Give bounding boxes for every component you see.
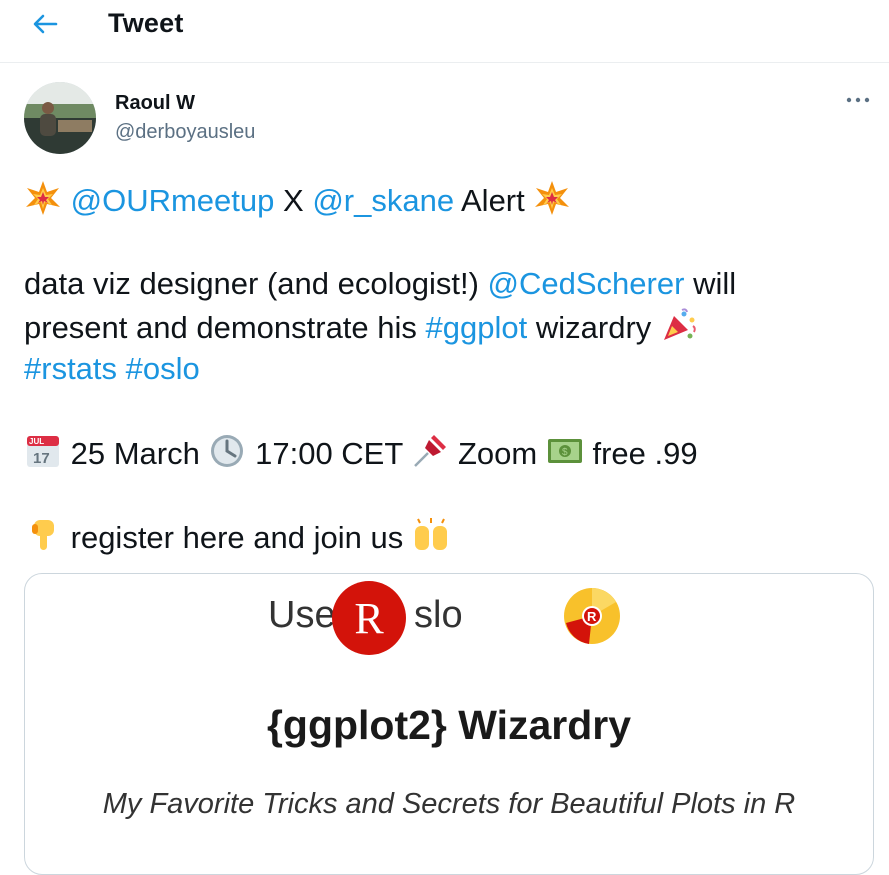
calendar-icon: JUL 17 xyxy=(27,436,59,467)
tweet-text: wizardry xyxy=(535,310,652,345)
collision-icon xyxy=(26,181,60,215)
hashtag-link[interactable]: #ggplot xyxy=(426,310,528,345)
pointing-down-icon xyxy=(32,520,54,550)
page-title: Tweet xyxy=(108,8,184,38)
arrow-left-icon xyxy=(33,14,58,34)
event-date: 25 March xyxy=(70,436,200,471)
collision-icon xyxy=(535,181,570,215)
r-logo: R xyxy=(332,581,406,655)
clock-icon xyxy=(211,435,244,467)
event-price: free .99 xyxy=(592,436,698,471)
tweet-line: register here and join us xyxy=(24,516,874,559)
money-icon: $ xyxy=(547,439,582,463)
card-subtitle: My Favorite Tricks and Secrets for Beaut… xyxy=(102,788,796,820)
mention-link[interactable]: @r_skane xyxy=(312,183,454,218)
author-name[interactable]: Raoul W xyxy=(115,92,195,115)
event-time: 17:00 CET xyxy=(255,436,403,471)
tweet-text: X xyxy=(283,183,304,218)
event-place: Zoom xyxy=(458,436,538,471)
hashtag-link[interactable]: #rstats xyxy=(24,351,117,386)
r-ladies-logo-icon: R xyxy=(564,588,620,644)
hashtag-link[interactable]: #oslo xyxy=(126,351,200,386)
party-popper-icon xyxy=(663,308,696,340)
calendar-day: 17 xyxy=(33,450,50,467)
avatar[interactable] xyxy=(24,82,96,154)
tweet-text: present and demonstrate his xyxy=(24,310,417,345)
register-text: register here and join us xyxy=(70,520,404,555)
more-icon xyxy=(846,97,870,103)
link-preview-card[interactable]: Use R slo R {ggplot2} Wizardry My Favori… xyxy=(24,573,874,875)
card-title: {ggplot2} Wizardry xyxy=(266,702,632,748)
more-options-button[interactable] xyxy=(836,86,880,114)
tweet-line: #rstats #oslo xyxy=(24,348,874,390)
author-handle[interactable]: @derboyausleu xyxy=(115,121,255,144)
svg-text:R: R xyxy=(587,609,597,624)
mention-link[interactable]: @CedScherer xyxy=(488,266,685,301)
back-button[interactable] xyxy=(28,9,62,39)
mention-link[interactable]: @OURmeetup xyxy=(71,183,275,218)
raising-hands-icon xyxy=(414,518,447,550)
tweet-line: present and demonstrate his #ggplot wiza… xyxy=(24,306,874,349)
calendar-month: JUL xyxy=(29,437,44,446)
tweet-line: JUL 17 25 March 17:00 CET Zoom $ free .99 xyxy=(24,432,874,475)
tweet-text: Alert xyxy=(461,183,525,218)
tweet-line: @OURmeetup X @r_skane Alert xyxy=(24,179,874,222)
svg-text:$: $ xyxy=(562,447,568,458)
pushpin-icon xyxy=(414,435,447,467)
tweet-text: will xyxy=(693,266,737,301)
useroslo-logo-use: Use xyxy=(268,594,336,636)
tweet-text: data viz designer (and ecologist!) xyxy=(24,266,479,301)
tweet-line: data viz designer (and ecologist!) @CedS… xyxy=(24,263,874,305)
useroslo-logo-slo: slo xyxy=(414,594,463,636)
header-bar: Tweet xyxy=(0,0,889,63)
